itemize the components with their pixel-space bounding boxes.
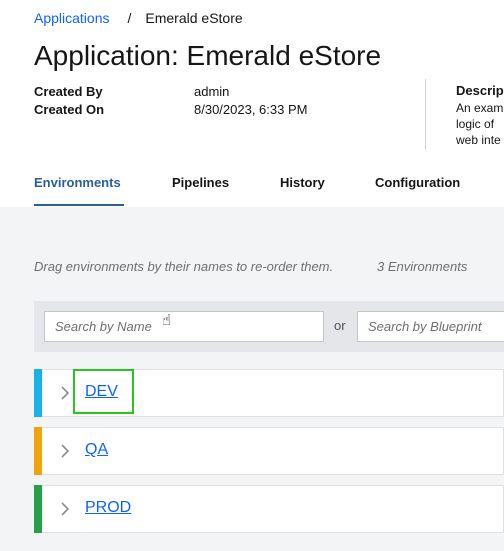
environment-name-link[interactable]: PROD <box>85 499 131 517</box>
reorder-hint: Drag environments by their names to re-o… <box>34 259 334 274</box>
description-panel: Descrip An exam logic of web inte <box>425 79 504 150</box>
tab-configuration[interactable]: Configuration <box>375 175 460 190</box>
created-on-value: 8/30/2023, 6:33 PM <box>194 102 308 117</box>
environment-count: 3 Environments <box>377 259 468 274</box>
search-bar: ☝ or <box>34 301 504 352</box>
breadcrumb-current: Emerald eStore <box>145 10 243 26</box>
description-label: Descrip <box>456 83 504 98</box>
active-tab-indicator <box>34 204 124 206</box>
chevron-right-icon[interactable] <box>58 499 72 519</box>
tab-pipelines[interactable]: Pipelines <box>172 175 229 190</box>
created-on-label: Created On <box>34 102 105 117</box>
hand-cursor-icon: ☝ <box>162 312 172 329</box>
breadcrumb: Applications / Emerald eStore <box>34 10 243 26</box>
breadcrumb-separator: / <box>127 10 132 26</box>
page-title: Application: Emerald eStore <box>34 40 382 71</box>
chevron-right-icon[interactable] <box>58 441 72 461</box>
or-separator: or <box>334 318 346 333</box>
description-line: logic of <box>456 117 495 131</box>
environment-color-stripe <box>34 485 42 533</box>
created-by-label: Created By <box>34 84 103 99</box>
environment-color-stripe <box>34 427 42 475</box>
environment-row-qa[interactable]: QA <box>34 427 504 475</box>
environment-row-prod[interactable]: PROD <box>34 485 504 533</box>
search-by-blueprint-input[interactable] <box>357 311 504 342</box>
environment-row-dev[interactable]: DEV <box>34 369 504 417</box>
description-line: web inte <box>456 133 501 147</box>
focus-highlight <box>73 369 134 414</box>
environment-color-stripe <box>34 369 42 417</box>
search-by-name-input[interactable] <box>44 311 324 342</box>
header-area: Applications / Emerald eStore Applicatio… <box>0 0 504 207</box>
app-meta: Created By admin Created On 8/30/2023, 6… <box>34 83 307 119</box>
chevron-right-icon[interactable] <box>58 383 72 403</box>
environment-name-link[interactable]: QA <box>85 441 108 459</box>
breadcrumb-applications-link[interactable]: Applications <box>34 10 110 26</box>
created-by-value: admin <box>194 84 230 99</box>
environments-panel: Drag environments by their names to re-o… <box>0 207 504 551</box>
tab-history[interactable]: History <box>280 175 325 190</box>
tab-environments[interactable]: Environments <box>34 175 121 190</box>
description-line: An exam <box>456 101 504 115</box>
tab-bar: Environments Pipelines History Configura… <box>34 167 504 207</box>
